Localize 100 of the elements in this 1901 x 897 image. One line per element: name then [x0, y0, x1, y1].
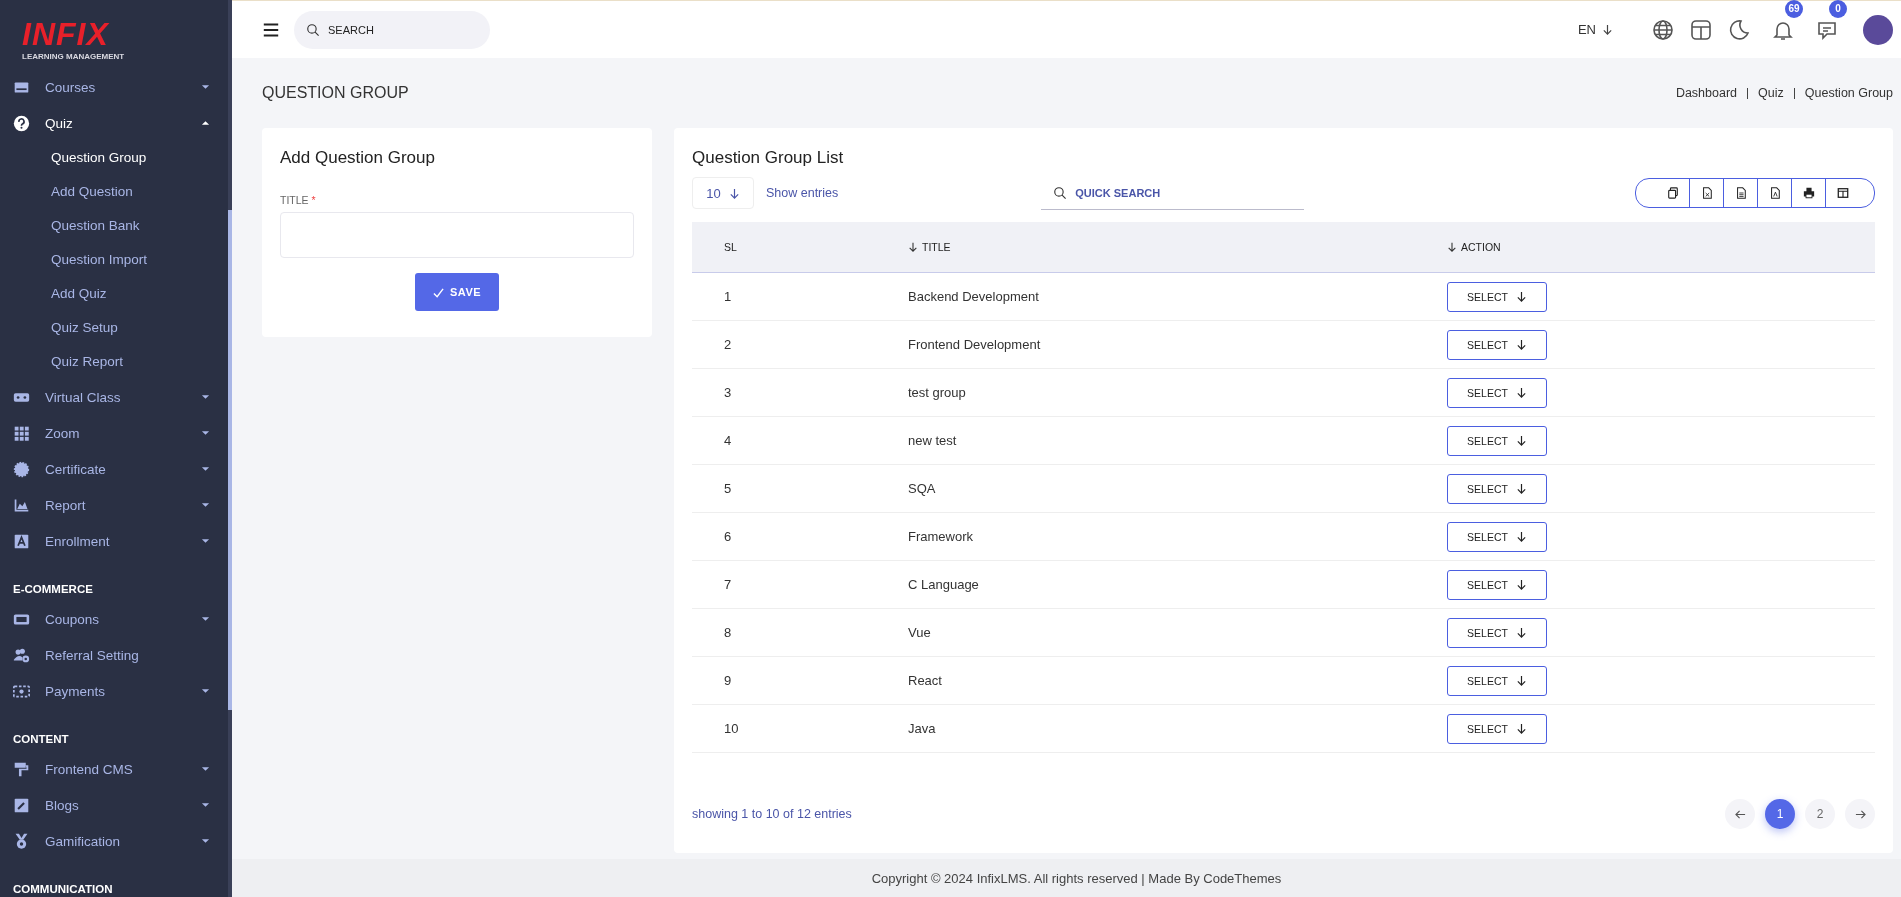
table-cell: C Language	[907, 560, 1446, 609]
table-cell: 5	[692, 464, 907, 513]
scrollbar-thumb[interactable]	[228, 210, 232, 710]
arrow-down-icon	[1515, 387, 1527, 398]
select-dropdown-button[interactable]: SELECT	[1447, 425, 1547, 456]
arrow-down-icon	[1515, 675, 1527, 686]
sidebar-item[interactable]: Certificate	[0, 451, 232, 487]
table-cell: 1	[692, 272, 907, 321]
table-cell: 7	[692, 560, 907, 609]
logo-wordmark: INFIX	[22, 18, 109, 50]
pencil-icon	[13, 796, 30, 814]
card-title: Question Group List	[692, 148, 845, 168]
page-size-select[interactable]: 10	[692, 177, 754, 209]
sidebar-item[interactable]: Zoom	[0, 415, 232, 451]
page-title: QUESTION GROUP	[262, 84, 409, 102]
globe-icon[interactable]	[1651, 17, 1675, 42]
table-cell: 4	[692, 416, 907, 465]
arrow-down-icon	[1602, 24, 1613, 35]
arrow-down-icon	[1515, 723, 1527, 734]
sidebar-item[interactable]: Enrollment	[0, 523, 232, 559]
sidebar-subitem[interactable]: Add Quiz	[0, 277, 107, 311]
copyright-text: Copyright © 2024 InfixLMS. All rights reserved | Made By CodeThemes	[871, 870, 1282, 886]
caret-icon	[201, 466, 210, 472]
table-cell: Framework	[907, 512, 1446, 561]
caret-icon	[201, 688, 210, 694]
table-cell: 3	[692, 368, 907, 417]
table-cell: 6	[692, 512, 907, 561]
medal-icon	[13, 832, 30, 850]
sidebar-item[interactable]: Frontend CMS	[0, 751, 232, 787]
select-dropdown-button[interactable]: SELECT	[1447, 329, 1547, 360]
table-cell: Vue	[907, 608, 1446, 657]
caret-icon	[201, 84, 210, 90]
save-button[interactable]: SAVE	[414, 273, 500, 311]
arrow-down-icon	[1515, 435, 1527, 446]
logo-tagline: LEARNING MANAGEMENT	[22, 52, 125, 61]
select-dropdown-button[interactable]: SELECT	[1447, 569, 1547, 600]
previous-page-button[interactable]	[1725, 799, 1755, 829]
caret-icon	[201, 502, 210, 508]
table-cell: React	[907, 656, 1446, 705]
sidebar-item[interactable]: Payments	[0, 673, 232, 709]
layout-icon[interactable]	[1689, 17, 1713, 42]
arrow-left-icon	[1734, 808, 1746, 820]
moon-icon[interactable]	[1727, 17, 1751, 42]
sidebar-subitem[interactable]: Add Question	[0, 175, 133, 209]
sidebar-item[interactable]: Blogs	[0, 787, 232, 823]
sidebar-item[interactable]: Coupons	[0, 601, 232, 637]
users-gear-icon	[13, 646, 30, 664]
sidebar-item[interactable]: Referral Setting	[0, 637, 232, 673]
sidebar-subitem[interactable]: Quiz Report	[0, 345, 124, 379]
arrow-down-icon	[1515, 291, 1527, 302]
badge-icon	[13, 460, 30, 478]
sidebar-item[interactable]: Quiz	[0, 105, 232, 141]
field-label: TITLE *	[280, 194, 316, 206]
card-title: Add Question Group	[280, 148, 436, 168]
select-dropdown-button[interactable]: SELECT	[1447, 281, 1547, 312]
caret-icon	[201, 394, 210, 400]
avatar[interactable]	[1863, 14, 1893, 45]
sidebar-item[interactable]: Report	[0, 487, 232, 523]
table-cell: new test	[907, 416, 1446, 465]
notification-count: 69	[1785, 0, 1803, 18]
sidebar-item[interactable]: Virtual Class	[0, 379, 232, 415]
arrow-down-icon	[1515, 483, 1527, 494]
table-cell: Java	[907, 704, 1446, 753]
column-header[interactable]: ACTION	[1446, 222, 1875, 273]
next-page-button[interactable]	[1845, 799, 1875, 829]
sidebar-item[interactable]: Gamification	[0, 823, 232, 859]
check-icon	[432, 286, 444, 298]
column-header[interactable]: TITLE	[907, 222, 1446, 273]
caret-icon	[201, 838, 210, 844]
breadcrumb-link[interactable]: Quiz	[1758, 86, 1784, 100]
print-icon	[1802, 187, 1815, 199]
language-selector[interactable]: EN	[1571, 21, 1619, 38]
table-cell: SQA	[907, 464, 1446, 513]
sidebar-section-heading: CONTENT	[12, 732, 69, 747]
sidebar-subitem[interactable]: Question Import	[0, 243, 148, 277]
page-button[interactable]: 1	[1765, 799, 1795, 829]
page-button[interactable]: 2	[1805, 799, 1835, 829]
select-dropdown-button[interactable]: SELECT	[1447, 713, 1547, 744]
breadcrumb-link[interactable]: Dashboard	[1675, 86, 1738, 100]
sidebar-subitem[interactable]: Question Bank	[0, 209, 140, 243]
sidebar-subitem[interactable]: Question Group	[0, 141, 147, 175]
select-dropdown-button[interactable]: SELECT	[1447, 617, 1547, 648]
table-cell: Frontend Development	[907, 320, 1446, 369]
show-entries-label: Show entries	[766, 186, 839, 200]
caret-icon	[201, 538, 210, 544]
arrow-down-icon	[1515, 339, 1527, 350]
select-dropdown-button[interactable]: SELECT	[1447, 665, 1547, 696]
search-field[interactable]: SEARCH	[294, 10, 490, 49]
caret-icon	[201, 120, 210, 126]
breadcrumb-link[interactable]: Question Group	[1804, 86, 1893, 100]
table-cell: test group	[907, 368, 1446, 417]
sidebar-item[interactable]: Courses	[0, 69, 232, 105]
caret-icon	[201, 766, 210, 772]
sidebar-subitem[interactable]: Quiz Setup	[0, 311, 118, 345]
select-dropdown-button[interactable]: SELECT	[1447, 377, 1547, 408]
copy-icon	[1666, 187, 1679, 199]
table-cell: 8	[692, 608, 907, 657]
select-dropdown-button[interactable]: SELECT	[1447, 473, 1547, 504]
table-cell: 10	[692, 704, 907, 753]
select-dropdown-button[interactable]: SELECT	[1447, 521, 1547, 552]
